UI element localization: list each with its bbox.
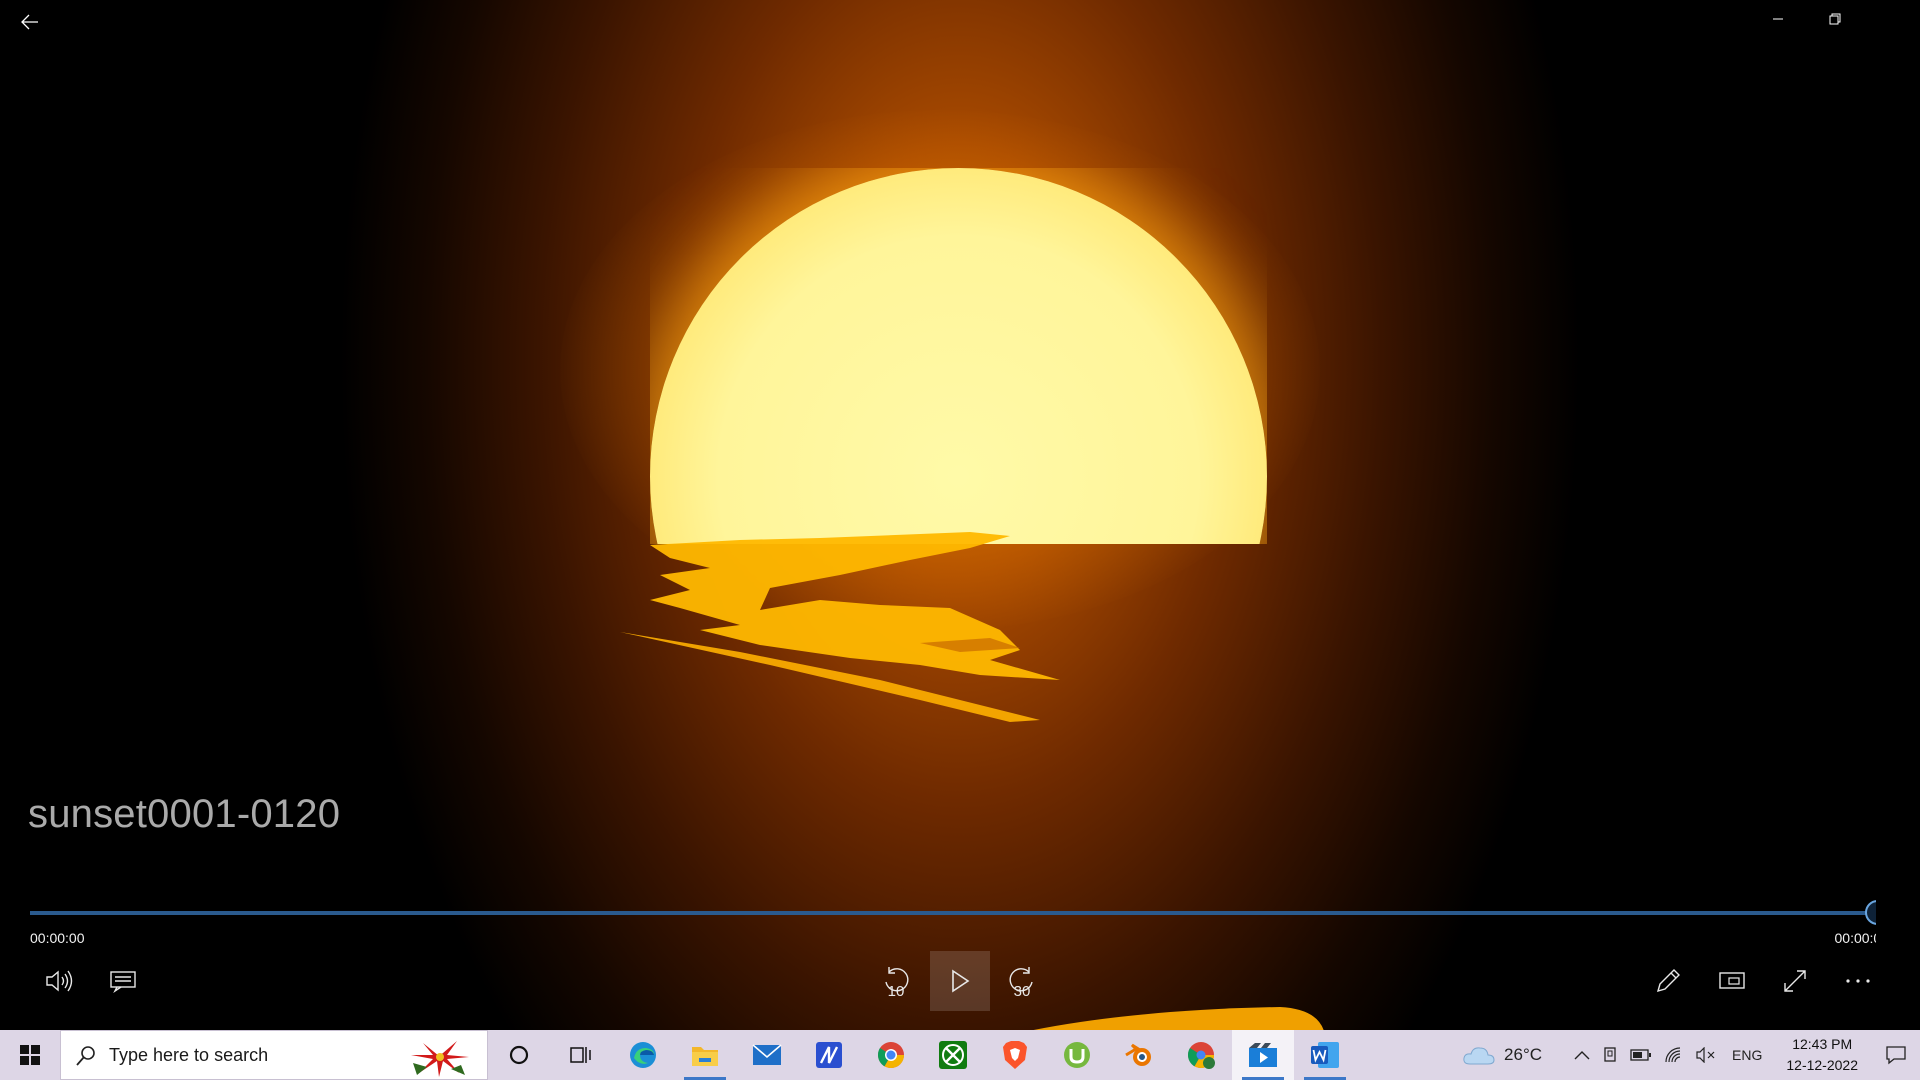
- seek-thumb[interactable]: [1865, 900, 1890, 925]
- back-button[interactable]: [14, 6, 46, 38]
- cloud-icon: [1463, 1047, 1495, 1065]
- close-button[interactable]: [1863, 0, 1920, 38]
- device-icon: [1604, 1047, 1616, 1062]
- taskbar-search[interactable]: Type here to search: [60, 1030, 488, 1080]
- edge-icon: [630, 1042, 656, 1068]
- mini-view-button[interactable]: [1702, 951, 1762, 1011]
- taskbar-mail[interactable]: [736, 1030, 798, 1080]
- notification-icon: [1886, 1046, 1906, 1065]
- captions-button[interactable]: [93, 951, 153, 1011]
- chrome-profile-icon: [1187, 1042, 1215, 1069]
- weather-widget[interactable]: 26°C: [1456, 1030, 1568, 1080]
- seek-progress: [30, 911, 1878, 915]
- fullscreen-button[interactable]: [1765, 951, 1825, 1011]
- taskbar-chrome[interactable]: [860, 1030, 922, 1080]
- seek-bar[interactable]: [30, 911, 1878, 915]
- play-icon: [952, 969, 970, 993]
- taskbar-chrome-profile[interactable]: [1170, 1030, 1232, 1080]
- window-controls: [1749, 0, 1920, 38]
- battery-icon: [1630, 1049, 1652, 1061]
- more-button[interactable]: [1828, 951, 1888, 1011]
- windows-logo-icon: [20, 1045, 40, 1065]
- clock[interactable]: 12:43 PM 12-12-2022: [1772, 1034, 1872, 1076]
- input-language[interactable]: ENG: [1722, 1030, 1772, 1080]
- wifi-icon: [1665, 1047, 1681, 1063]
- skip-back-label: 10: [887, 983, 905, 1000]
- skip-back-button[interactable]: 10: [866, 951, 926, 1011]
- mini-view-icon: [1719, 972, 1745, 989]
- clock-date: 12-12-2022: [1786, 1057, 1858, 1073]
- word-icon: [1311, 1042, 1339, 1068]
- system-tray: 26°C ENG 12:43 PM 12-12-2022: [1456, 1030, 1920, 1080]
- volume-button[interactable]: [30, 951, 90, 1011]
- weather-temperature: 26°C: [1504, 1045, 1543, 1064]
- movies-tv-icon: [1249, 1043, 1277, 1067]
- taskbar-cortana[interactable]: [488, 1030, 550, 1080]
- volume-muted-icon: [1696, 1047, 1715, 1063]
- video-player[interactable]: sunset0001-0120 00:00:00 00:00:00 10 30: [0, 0, 1920, 1030]
- taskbar-xbox[interactable]: [922, 1030, 984, 1080]
- taskbar: Type here to search 26°C ENG 12:43 PM 12…: [0, 1030, 1920, 1080]
- minimize-icon: [1772, 18, 1783, 20]
- taskbar-utorrent[interactable]: [1046, 1030, 1108, 1080]
- poinsettia-icon: [411, 1041, 469, 1077]
- show-hidden-icons[interactable]: [1568, 1030, 1596, 1080]
- pencil-icon: [1656, 969, 1680, 993]
- minimize-button[interactable]: [1749, 0, 1806, 38]
- more-icon: [1846, 979, 1870, 983]
- blender-icon: [1125, 1043, 1151, 1066]
- sun: [650, 168, 1267, 544]
- chrome-icon: [877, 1042, 905, 1069]
- tray-volume[interactable]: [1690, 1030, 1722, 1080]
- cortana-icon: [509, 1045, 529, 1065]
- taskbar-vscode[interactable]: [798, 1030, 860, 1080]
- xbox-icon: [939, 1041, 967, 1069]
- taskbar-file-explorer[interactable]: [674, 1030, 736, 1080]
- fullscreen-icon: [1784, 970, 1806, 992]
- back-arrow-icon: [21, 14, 38, 30]
- video-title: sunset0001-0120: [28, 792, 341, 836]
- code-editor-icon: [816, 1042, 842, 1068]
- taskbar-blender[interactable]: [1108, 1030, 1170, 1080]
- start-button[interactable]: [0, 1030, 60, 1080]
- clock-time: 12:43 PM: [1792, 1036, 1853, 1052]
- mail-icon: [752, 1044, 782, 1065]
- task-view-icon: [570, 1047, 591, 1063]
- skip-forward-button[interactable]: 30: [992, 951, 1052, 1011]
- taskbar-task-view[interactable]: [550, 1030, 612, 1080]
- skip-forward-label: 30: [1013, 983, 1031, 1000]
- folder-icon: [692, 1047, 718, 1066]
- tray-wifi[interactable]: [1658, 1030, 1690, 1080]
- chevron-up-icon: [1574, 1051, 1590, 1060]
- action-center-button[interactable]: [1872, 1030, 1920, 1080]
- search-placeholder: Type here to search: [109, 1044, 269, 1065]
- tray-battery[interactable]: [1624, 1030, 1658, 1080]
- close-icon: [1886, 13, 1897, 25]
- time-elapsed: 00:00:00: [30, 930, 85, 946]
- search-icon: [76, 1046, 95, 1066]
- time-total: 00:00:00: [1834, 930, 1890, 946]
- taskbar-edge[interactable]: [612, 1030, 674, 1080]
- play-button[interactable]: [930, 951, 990, 1011]
- taskbar-movies-tv[interactable]: [1232, 1030, 1294, 1080]
- captions-icon: [110, 971, 136, 993]
- edit-button[interactable]: [1638, 951, 1698, 1011]
- taskbar-brave[interactable]: [984, 1030, 1046, 1080]
- brave-icon: [1003, 1041, 1027, 1069]
- taskbar-word[interactable]: [1294, 1030, 1356, 1080]
- speaker-icon: [46, 970, 73, 992]
- restore-icon: [1829, 13, 1840, 25]
- restore-button[interactable]: [1806, 0, 1863, 38]
- tray-device[interactable]: [1596, 1030, 1624, 1080]
- utorrent-icon: [1064, 1042, 1090, 1068]
- sun-reflection: [620, 532, 1060, 722]
